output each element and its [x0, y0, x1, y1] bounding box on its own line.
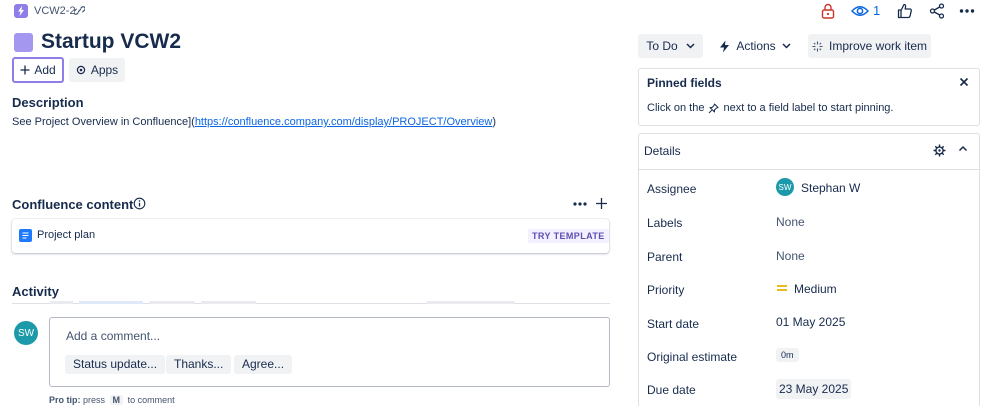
improve-label: Improve work item: [828, 39, 928, 53]
lightning-icon: [720, 40, 730, 52]
details-panel: [638, 133, 980, 406]
field-label-priority: Priority: [647, 283, 685, 297]
add-button-label: Add: [34, 63, 56, 77]
actions-label: Actions: [736, 39, 776, 53]
field-value-priority[interactable]: Medium: [794, 282, 837, 296]
pin-icon: [709, 103, 719, 113]
field-value-start-date[interactable]: 01 May 2025: [776, 315, 845, 329]
eye-icon: [851, 5, 869, 16]
try-template-badge[interactable]: TRY TEMPLATE: [528, 229, 609, 243]
add-button[interactable]: Add: [12, 57, 64, 83]
pro-tip-label: Pro tip:: [49, 395, 81, 405]
pro-tip-suffix: to comment: [127, 395, 175, 405]
activity-heading: Activity: [12, 284, 59, 299]
comment-placeholder: Add a comment...: [66, 329, 161, 343]
lock-icon[interactable]: [821, 3, 835, 19]
pro-tip-press: press: [83, 395, 106, 405]
field-value-due-date[interactable]: 23 May 2025: [776, 379, 852, 399]
confluence-heading: Confluence content: [12, 197, 134, 212]
close-icon[interactable]: [959, 77, 969, 87]
share-icon[interactable]: [929, 3, 945, 19]
title-type-icon: [14, 33, 33, 52]
improve-work-item-button[interactable]: Improve work item: [808, 34, 931, 58]
field-label-original-estimate: Original estimate: [647, 350, 738, 364]
status-dropdown[interactable]: To Do: [638, 34, 703, 58]
apps-button-label: Apps: [90, 63, 119, 77]
sparkle-icon: [812, 41, 823, 51]
pinned-hint-after: next to a field label to start pinning.: [723, 102, 894, 114]
field-label-assignee: Assignee: [647, 182, 697, 196]
details-divider: [639, 169, 979, 170]
copy-link-icon[interactable]: [74, 5, 85, 16]
description-heading: Description: [12, 95, 84, 110]
page-title[interactable]: Startup VCW2: [41, 29, 181, 55]
field-label-parent: Parent: [647, 250, 683, 264]
confluence-page-card[interactable]: [12, 219, 609, 253]
quick-reply-thanks[interactable]: Thanks...: [166, 355, 232, 374]
priority-medium-icon: [776, 283, 788, 293]
comment-input[interactable]: [49, 317, 610, 387]
field-label-due-date: Due date: [647, 383, 696, 397]
details-title[interactable]: Details: [644, 144, 681, 158]
watch-count: 1: [873, 3, 881, 18]
apps-icon: [76, 65, 86, 75]
pro-tip-key: M: [109, 395, 124, 405]
chevron-up-icon[interactable]: [958, 145, 968, 152]
field-value-parent[interactable]: None: [776, 249, 805, 263]
description-text[interactable]: See Project Overview in Confluence](http…: [12, 116, 496, 128]
thumbs-up-icon[interactable]: [897, 3, 913, 19]
watch-button[interactable]: 1: [851, 3, 880, 18]
confluence-page-icon: [19, 229, 32, 242]
field-value-original-estimate[interactable]: 0m: [776, 348, 799, 362]
info-icon[interactable]: [133, 197, 146, 210]
quick-reply-agree[interactable]: Agree...: [234, 355, 293, 374]
chevron-down-icon: [782, 43, 791, 49]
field-value-assignee[interactable]: Stephan W: [801, 181, 860, 195]
pinned-fields-hint: Click on the next to a field label to st…: [647, 102, 893, 114]
issue-key-link[interactable]: VCW2-2: [34, 4, 76, 18]
work-item-type-icon: [14, 4, 28, 18]
quick-reply-status-update[interactable]: Status update...: [65, 355, 166, 374]
more-options-icon[interactable]: [572, 198, 588, 210]
field-value-labels[interactable]: None: [776, 215, 805, 229]
description-link[interactable]: https://confluence.company.com/display/P…: [195, 116, 493, 128]
field-label-labels: Labels: [647, 216, 683, 230]
avatar: SW: [14, 321, 38, 345]
description-text-prefix: See Project Overview in Confluence](: [12, 116, 195, 128]
more-actions-icon[interactable]: [959, 4, 975, 18]
actions-button[interactable]: Actions: [712, 34, 798, 58]
add-confluence-icon[interactable]: [595, 197, 608, 210]
confluence-page-title[interactable]: Project plan: [37, 229, 95, 241]
chevron-down-icon: [686, 43, 695, 49]
plus-icon: [20, 65, 30, 75]
field-label-start-date: Start date: [647, 317, 700, 331]
pinned-fields-title: Pinned fields: [647, 76, 722, 90]
status-label: To Do: [646, 39, 678, 53]
pro-tip: Pro tip: press M to comment: [49, 395, 175, 405]
assignee-avatar: SW: [776, 178, 794, 196]
apps-button[interactable]: Apps: [69, 58, 125, 82]
description-text-suffix: ): [492, 116, 497, 128]
activity-tabs-strip: [50, 301, 515, 304]
pinned-hint-before: Click on the: [647, 102, 705, 114]
gear-icon[interactable]: [933, 144, 946, 157]
